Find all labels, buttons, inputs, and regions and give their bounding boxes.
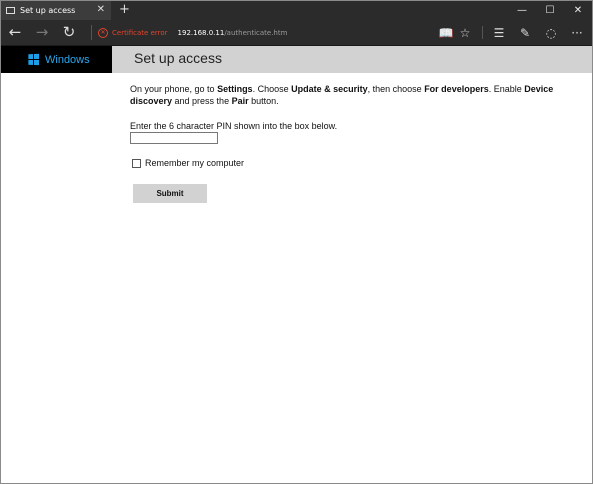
maximize-button[interactable]: ☐ <box>536 1 564 20</box>
address-bar[interactable]: ✕ Certificate error 192.168.0.11 /authen… <box>92 23 432 42</box>
new-tab-button[interactable]: + <box>119 2 130 17</box>
close-window-button[interactable]: ✕ <box>564 1 592 20</box>
tab-close-icon[interactable]: ✕ <box>97 4 105 15</box>
certificate-error-icon[interactable]: ✕ <box>98 27 108 38</box>
minimize-button[interactable]: — <box>508 1 536 20</box>
forward-button[interactable]: → <box>32 22 52 42</box>
address-bar-row: ← → ↻ ✕ Certificate error 192.168.0.11 /… <box>1 20 592 46</box>
page-title: Set up access <box>134 50 222 66</box>
instructions-text: On your phone, go to Settings. Choose Up… <box>130 83 570 107</box>
for-developers-term: For developers <box>424 84 489 94</box>
remember-computer-option[interactable]: Remember my computer <box>132 158 244 168</box>
settings-term: Settings <box>217 84 253 94</box>
brand-name: Windows <box>45 53 90 66</box>
more-icon[interactable]: ··· <box>568 24 586 42</box>
instruction-text: button. <box>248 96 279 106</box>
certificate-error-label[interactable]: Certificate error <box>112 29 168 37</box>
windows-logo-icon <box>28 53 40 66</box>
divider <box>482 26 483 39</box>
favorite-star-icon[interactable]: ☆ <box>456 24 474 42</box>
pin-input[interactable] <box>130 132 218 144</box>
title-bar: Set up access ✕ + — ☐ ✕ <box>1 1 592 20</box>
back-button[interactable]: ← <box>5 22 25 42</box>
tab-set-up-access[interactable]: Set up access ✕ <box>1 1 111 20</box>
remember-label[interactable]: Remember my computer <box>145 158 244 168</box>
page-header: Windows Set up access <box>1 46 592 73</box>
windows-brand: Windows <box>1 46 112 73</box>
instruction-text: , then choose <box>367 84 425 94</box>
update-security-term: Update & security <box>291 84 368 94</box>
instruction-text: On your phone, go to <box>130 84 218 94</box>
tab-title: Set up access <box>20 6 76 15</box>
pin-label: Enter the 6 character PIN shown into the… <box>130 121 338 131</box>
hub-icon[interactable]: ☰ <box>490 24 508 42</box>
browser-window: Set up access ✕ + — ☐ ✕ ← → ↻ ✕ Certific… <box>0 0 593 484</box>
instruction-text: . Choose <box>252 84 292 94</box>
reading-view-icon[interactable]: 📖 <box>437 24 455 42</box>
remember-checkbox[interactable] <box>132 158 141 168</box>
refresh-button[interactable]: ↻ <box>59 22 79 42</box>
page-icon <box>6 7 15 14</box>
url-host: 192.168.0.11 <box>177 28 225 37</box>
url-path: /authenticate.htm <box>224 28 288 37</box>
submit-button[interactable]: Submit <box>133 184 207 203</box>
web-note-icon[interactable]: ✎ <box>516 24 534 42</box>
share-icon[interactable]: ◌ <box>542 24 560 42</box>
pair-term: Pair <box>231 96 249 106</box>
instruction-text: and press the <box>172 96 232 106</box>
instruction-text: . Enable <box>488 84 525 94</box>
